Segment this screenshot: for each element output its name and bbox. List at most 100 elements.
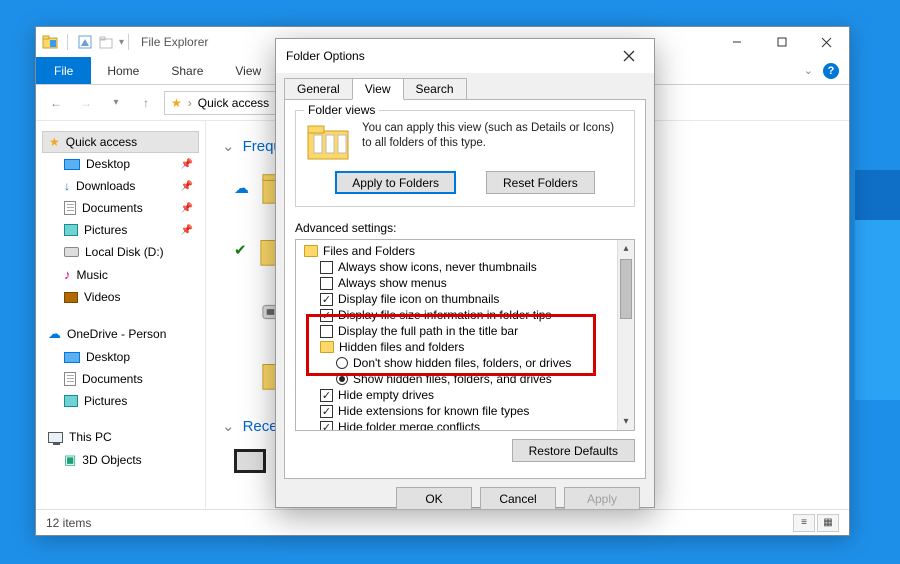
nav-quick-access[interactable]: ★ Quick access [42, 131, 199, 153]
scrollbar[interactable]: ▴ ▾ [617, 240, 634, 430]
tree-label: Files and Folders [323, 244, 415, 258]
new-folder-icon[interactable] [98, 34, 114, 50]
folder-icon [306, 121, 350, 161]
nav-item-od-pictures[interactable]: Pictures [42, 390, 199, 412]
nav-this-pc[interactable]: This PC [42, 426, 199, 448]
nav-item-documents[interactable]: Documents📌 [42, 197, 199, 219]
nav-label: Quick access [66, 135, 137, 149]
apply-button[interactable]: Apply [564, 487, 640, 510]
nav-item-desktop[interactable]: Desktop📌 [42, 153, 199, 175]
ok-button[interactable]: OK [396, 487, 472, 510]
checkbox-icon[interactable] [320, 325, 333, 338]
tree-option[interactable]: Display file icon on thumbnails [298, 291, 615, 307]
music-icon: ♪ [64, 267, 71, 282]
tree-option[interactable]: Always show menus [298, 275, 615, 291]
nav-onedrive[interactable]: ☁ OneDrive - Person [42, 322, 199, 346]
tab-share[interactable]: Share [155, 57, 219, 84]
ribbon-chevron-icon[interactable]: ⌄ [804, 64, 813, 77]
breadcrumb-segment[interactable]: Quick access [198, 96, 269, 110]
tab-file[interactable]: File [36, 57, 91, 84]
tree-option[interactable]: Always show icons, never thumbnails [298, 259, 615, 275]
nav-item-music[interactable]: ♪Music [42, 263, 199, 286]
chevron-down-icon: ⌄ [222, 137, 235, 155]
dialog-tabs: General View Search [276, 73, 654, 99]
checkbox-icon[interactable] [320, 309, 333, 322]
checkbox-icon[interactable] [320, 277, 333, 290]
minimize-button[interactable] [714, 27, 759, 57]
tree-label: Hidden files and folders [339, 340, 464, 354]
tab-search[interactable]: Search [403, 78, 467, 100]
tab-general[interactable]: General [284, 78, 353, 100]
tree-option[interactable]: Hide empty drives [298, 387, 615, 403]
thumbnails-view-button[interactable]: ▦ [817, 514, 839, 532]
close-button[interactable] [804, 27, 849, 57]
tree-option[interactable]: Display file size information in folder … [298, 307, 615, 323]
reset-folders-button[interactable]: Reset Folders [486, 171, 595, 194]
nav-label: Downloads [76, 179, 135, 193]
qat-chevron-icon[interactable]: ▾ [119, 37, 124, 48]
folder-icon [304, 245, 318, 257]
forward-button[interactable]: → [74, 91, 98, 115]
documents-icon [64, 372, 76, 386]
tree-label: Hide folder merge conflicts [338, 420, 480, 430]
cancel-button[interactable]: Cancel [480, 487, 556, 510]
maximize-button[interactable] [759, 27, 804, 57]
nav-item-od-desktop[interactable]: Desktop [42, 346, 199, 368]
nav-label: Pictures [84, 223, 127, 237]
desktop-icon [64, 352, 80, 363]
nav-item-3d-objects[interactable]: ▣3D Objects [42, 448, 199, 472]
tree-label: Always show menus [338, 276, 447, 290]
tree-label: Always show icons, never thumbnails [338, 260, 537, 274]
nav-item-od-documents[interactable]: Documents [42, 368, 199, 390]
recent-locations-button[interactable]: ▾ [104, 91, 128, 115]
scroll-down-button[interactable]: ▾ [618, 413, 634, 430]
tab-view[interactable]: View [219, 57, 277, 84]
scrollbar-thumb[interactable] [620, 259, 632, 319]
nav-label: Videos [84, 290, 120, 304]
tree-option[interactable]: Display the full path in the title bar [298, 323, 615, 339]
onedrive-icon: ☁ [48, 326, 61, 342]
checkbox-icon[interactable] [320, 293, 333, 306]
tab-home[interactable]: Home [91, 57, 155, 84]
nav-item-videos[interactable]: Videos [42, 286, 199, 308]
properties-icon[interactable] [77, 34, 93, 50]
tree-node-files-and-folders[interactable]: Files and Folders [298, 243, 615, 259]
tree-node-hidden[interactable]: Hidden files and folders [298, 339, 615, 355]
radio-icon[interactable] [336, 373, 348, 385]
group-legend: Folder views [304, 103, 379, 117]
close-button[interactable] [614, 41, 644, 71]
back-button[interactable]: ← [44, 91, 68, 115]
help-icon[interactable]: ? [823, 63, 839, 79]
downloads-icon: ↓ [64, 179, 70, 193]
tree-label: Hide empty drives [338, 388, 434, 402]
dialog-footer: OK Cancel Apply [276, 487, 654, 522]
nav-item-local-disk[interactable]: Local Disk (D:) [42, 241, 199, 263]
checkbox-icon[interactable] [320, 389, 333, 402]
checkbox-icon[interactable] [320, 421, 333, 431]
nav-item-downloads[interactable]: ↓Downloads📌 [42, 175, 199, 197]
tree-radio-option[interactable]: Show hidden files, folders, and drives [298, 371, 615, 387]
scroll-up-button[interactable]: ▴ [618, 240, 634, 257]
restore-defaults-button[interactable]: Restore Defaults [512, 439, 635, 462]
scrollbar-track[interactable] [618, 321, 634, 413]
tree-option[interactable]: Hide extensions for known file types [298, 403, 615, 419]
dialog-titlebar[interactable]: Folder Options [276, 39, 654, 73]
details-view-button[interactable]: ≡ [793, 514, 815, 532]
checkbox-icon[interactable] [320, 261, 333, 274]
breadcrumb[interactable]: ★ › Quick access › [164, 91, 286, 115]
nav-label: Desktop [86, 350, 130, 364]
chevron-right-icon[interactable]: › [188, 96, 192, 110]
tab-view[interactable]: View [352, 78, 404, 100]
radio-icon[interactable] [336, 357, 348, 369]
checkbox-icon[interactable] [320, 405, 333, 418]
apply-to-folders-button[interactable]: Apply to Folders [335, 171, 456, 194]
pictures-icon [64, 224, 78, 236]
nav-label: Documents [82, 201, 143, 215]
sync-status-icon: ✔ [234, 241, 247, 259]
folder-views-text: You can apply this view (such as Details… [362, 121, 624, 161]
videos-icon [64, 292, 78, 303]
up-button[interactable]: ↑ [134, 91, 158, 115]
nav-item-pictures[interactable]: Pictures📌 [42, 219, 199, 241]
tree-option[interactable]: Hide folder merge conflicts [298, 419, 615, 430]
tree-radio-option[interactable]: Don't show hidden files, folders, or dri… [298, 355, 615, 371]
